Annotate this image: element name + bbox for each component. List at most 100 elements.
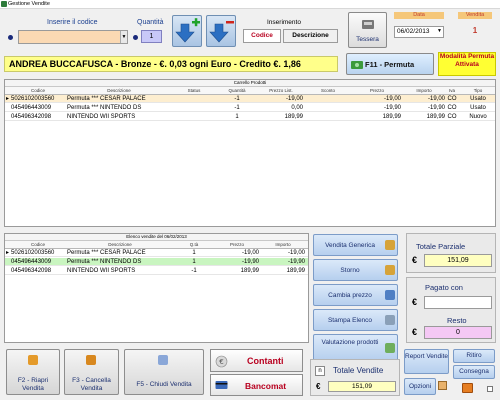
cash-button[interactable]: € Contanti — [210, 349, 303, 372]
history-cell-code: 5026102003560 — [11, 250, 55, 256]
arrow-down-plus-icon — [175, 18, 200, 43]
add-qty-button[interactable] — [172, 15, 202, 47]
history-title: Elenco vendite del 06/02/2013 — [5, 234, 308, 241]
history-cell-qty: 1 — [192, 259, 196, 265]
history-cell-price: -19,00 — [241, 250, 259, 256]
card-payment-button[interactable]: Bancomat — [210, 374, 303, 396]
print-list-label: Stampa Elenco — [327, 317, 373, 324]
total-sales-label: Totale Vendite — [333, 366, 384, 375]
money-bag-icon — [385, 265, 395, 275]
generic-sale-button[interactable]: Vendita Generica — [313, 234, 398, 256]
history-row[interactable]: 045496342098 NINTENDO WII SPORTS -1 189,99 1… — [5, 267, 308, 275]
history-row[interactable]: 045496443009 Permuta *** NINTENDO DS 1 -19,… — [5, 258, 308, 266]
code-input[interactable] — [19, 31, 121, 43]
date-label: Data — [394, 12, 444, 19]
tab-codice[interactable]: Codice — [243, 29, 281, 43]
reopen-sale-button[interactable]: F2 - Riapri Vendita — [6, 349, 60, 395]
remove-qty-button[interactable] — [206, 15, 236, 47]
ritiro-button[interactable]: Ritiro — [453, 349, 495, 363]
euro-symbol: € — [412, 327, 418, 337]
cart-column-header[interactable]: Iva — [446, 87, 458, 95]
cart-row[interactable]: 045496443009 Permuta *** NINTENDO DS -1 0,0… — [5, 104, 495, 112]
total-sales-value: 151,09 — [328, 381, 396, 392]
consegna-button[interactable]: Consegna — [453, 365, 495, 379]
cart-cell-iva: CO — [447, 114, 457, 120]
tessera-label: Tessera — [356, 36, 379, 43]
checkbox[interactable] — [487, 386, 493, 392]
history-column-header[interactable]: Descrizione — [67, 241, 173, 249]
paid-input[interactable] — [424, 296, 492, 309]
cart-column-header[interactable]: Sconto — [305, 87, 351, 95]
options-button[interactable]: Opzioni — [404, 378, 436, 395]
change-price-label: Cambia prezzo — [328, 292, 372, 299]
history-grid[interactable]: Elenco vendite del 06/02/2013 Codice Desc… — [4, 233, 309, 343]
change-price-button[interactable]: Cambia prezzo — [313, 284, 398, 306]
cart-cell-list: -19,00 — [285, 96, 303, 102]
code-dropdown-arrow[interactable]: ▼ — [120, 31, 127, 43]
rest-label: Resto — [447, 316, 467, 325]
qty-bullet — [133, 35, 138, 40]
history-cell-amount: -19,90 — [287, 259, 305, 265]
cart-cell-price: -19,90 — [383, 105, 401, 111]
code-combobox[interactable]: ▼ — [18, 30, 128, 44]
cart-column-header[interactable]: Quantità — [217, 87, 257, 95]
cart-row[interactable]: ▸ 5026102003560 Permuta *** CESAR PALACE -1… — [5, 95, 495, 103]
card-label: Bancomat — [245, 381, 287, 391]
permuta-button[interactable]: F11 - Permuta — [346, 53, 434, 75]
tab-descrizione[interactable]: Descrizione — [283, 29, 338, 43]
reversal-button[interactable]: Storno — [313, 259, 398, 281]
history-cell-desc: NINTENDO WII SPORTS — [67, 268, 136, 274]
printer-icon — [385, 315, 395, 325]
cart-cell-desc: Permuta *** NINTENDO DS — [67, 105, 142, 111]
cart-cell-price: -19,00 — [383, 96, 401, 102]
cart-column-header[interactable]: Importo — [403, 87, 445, 95]
history-column-header[interactable]: Codice — [11, 241, 65, 249]
info-icon[interactable]: n — [315, 366, 325, 376]
cart-grid[interactable]: Carrello Prodotti Codice Descrizione Statu… — [4, 79, 496, 227]
date-value: 06/02/2013 — [397, 28, 430, 35]
history-cell-desc: Permuta *** CESAR PALACE — [67, 250, 146, 256]
cart-row[interactable]: 045496342098 NINTENDO WII SPORTS 1 189,99 18… — [5, 113, 495, 121]
rest-value: 0 — [424, 326, 492, 339]
close-sale-button[interactable]: F5 - Chiudi Vendita — [124, 349, 204, 395]
chevron-down-icon[interactable]: ▼ — [437, 28, 442, 34]
history-cell-amount: -19,00 — [287, 250, 305, 256]
cancel-sale-button[interactable]: F3 - Cancella Vendita — [64, 349, 119, 395]
report-sales-button[interactable]: Report Vendite — [404, 349, 449, 374]
date-picker[interactable]: 06/02/2013 ▼ — [394, 26, 444, 38]
history-cell-code: 045496443009 — [11, 259, 52, 265]
history-cell-code: 045496342098 — [11, 268, 52, 274]
history-column-header[interactable]: Prezzo — [215, 241, 259, 249]
cart-column-header[interactable]: Prezzo — [353, 87, 401, 95]
cart-cell-type: Nuovo — [469, 114, 487, 120]
box-open-icon — [28, 355, 38, 365]
settings-icon[interactable] — [438, 381, 447, 390]
evaluate-products-button[interactable]: Valutazione prodotti — [313, 334, 398, 361]
history-row[interactable]: ▸ 5026102003560 Permuta *** CESAR PALACE 1 -… — [5, 249, 308, 257]
cart-column-header[interactable]: Tipo — [460, 87, 495, 95]
box-icon[interactable] — [462, 383, 473, 393]
cart-column-header[interactable]: Descrizione — [67, 87, 171, 95]
euro-coin-icon: € — [215, 355, 228, 368]
qty-input[interactable]: 1 — [141, 30, 162, 43]
cart-cell-iva: CO — [447, 96, 457, 102]
cart-cell-qty: -1 — [234, 105, 240, 111]
payment-panel: Pagato con € Resto € 0 — [406, 277, 496, 343]
history-cell-price: -19,90 — [241, 259, 259, 265]
cart-column-header[interactable]: Codice — [11, 87, 65, 95]
cart-cell-code: 5026102003560 — [11, 96, 55, 102]
partial-total-value: 151,09 — [424, 254, 492, 267]
title-bar: Gestione Vendite — [0, 0, 500, 9]
price-tag-icon — [385, 290, 395, 300]
cart-column-header[interactable]: Prezzo List. — [259, 87, 303, 95]
history-cell-qty: -1 — [191, 268, 197, 274]
print-list-button[interactable]: Stampa Elenco — [313, 309, 398, 331]
tessera-button[interactable]: Tessera — [348, 12, 387, 48]
cart-cell-type: Usato — [470, 96, 486, 102]
cart-cell-iva: CO — [447, 105, 457, 111]
history-column-header[interactable]: Q.tà — [175, 241, 213, 249]
history-column-header[interactable]: Importo — [261, 241, 305, 249]
partial-total-panel: Totale Parziale € 151,09 — [406, 233, 496, 273]
cart-column-header[interactable]: Status — [171, 87, 217, 95]
generic-sale-label: Vendita Generica — [325, 242, 375, 249]
